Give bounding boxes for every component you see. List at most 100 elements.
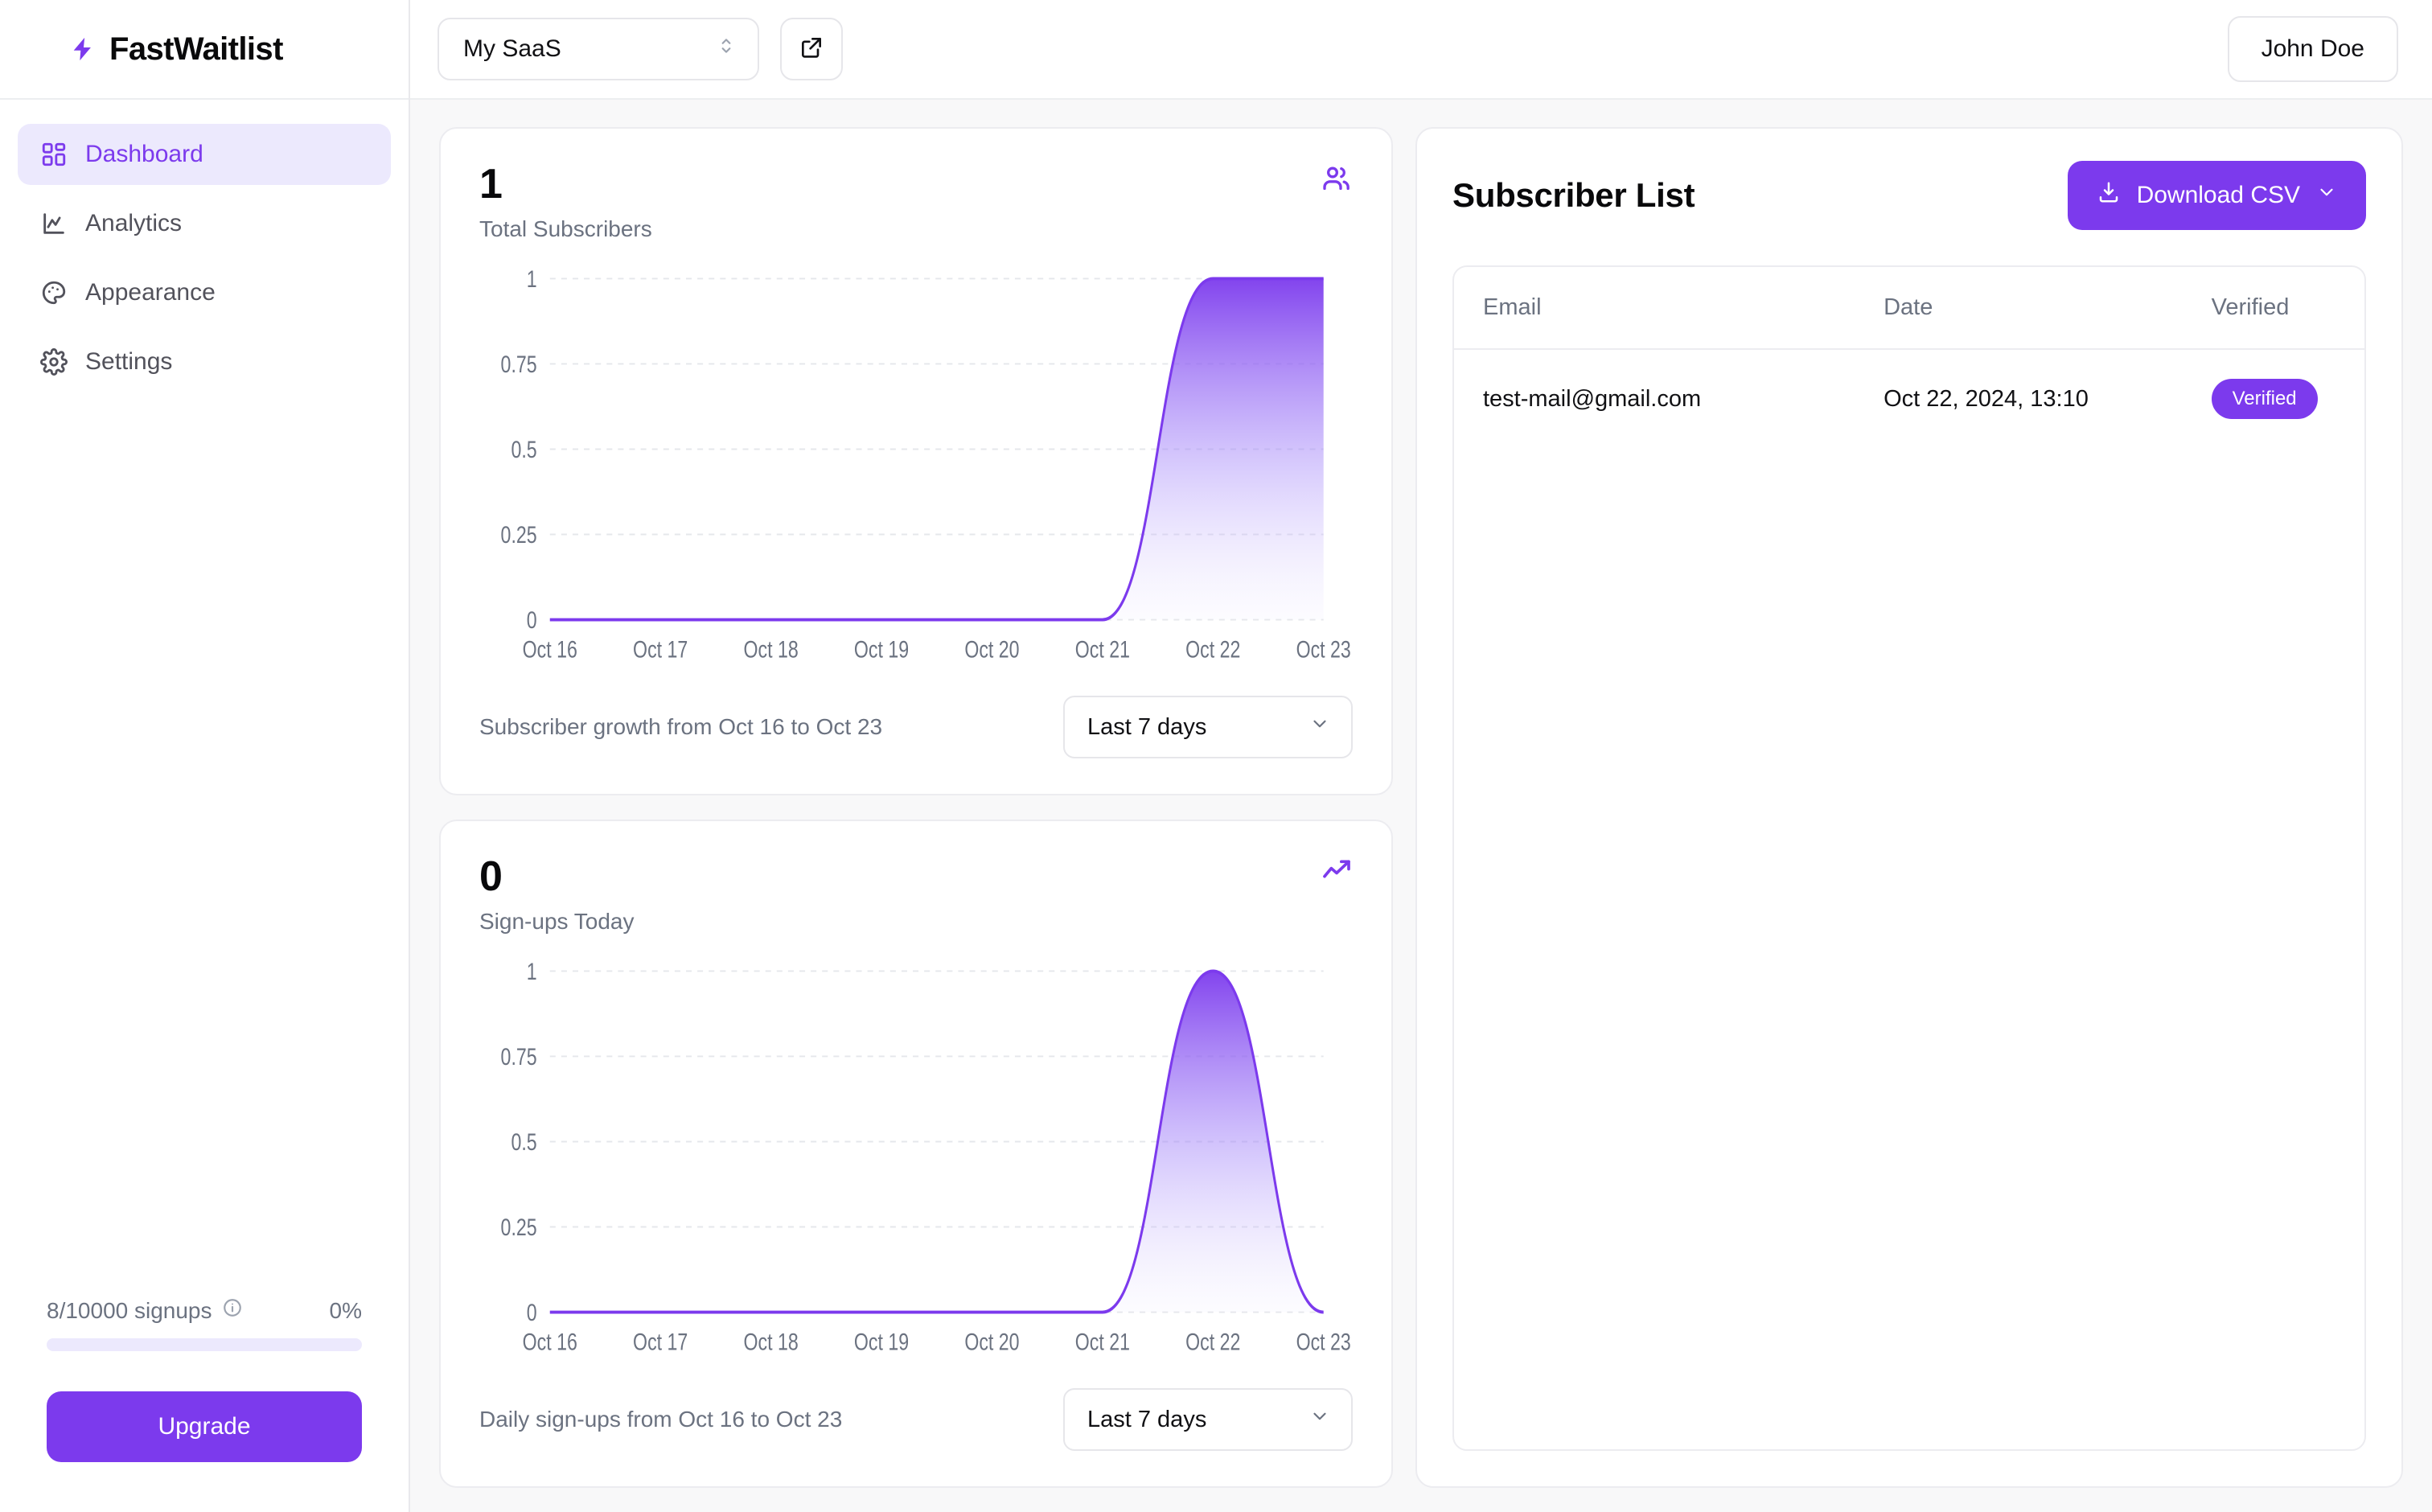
svg-text:1: 1 bbox=[527, 265, 537, 293]
sidebar-item-label: Settings bbox=[85, 348, 173, 375]
date-range-value: Last 7 days bbox=[1087, 713, 1207, 740]
date-range-value: Last 7 days bbox=[1087, 1406, 1207, 1432]
y-tick-labels: 0 0.25 0.5 0.75 1 bbox=[501, 265, 537, 634]
svg-text:0: 0 bbox=[527, 606, 537, 634]
trending-up-icon bbox=[1321, 855, 1353, 891]
card-footer: Daily sign-ups from Oct 16 to Oct 23 Las… bbox=[441, 1370, 1391, 1486]
main-area: My SaaS John Doe 1 Total Subscribers 0 0… bbox=[410, 0, 2432, 1512]
svg-text:0.5: 0.5 bbox=[511, 1128, 536, 1156]
sidebar-item-label: Analytics bbox=[85, 210, 183, 236]
subscriber-table: Email Date Verified test-mail@gmail.com … bbox=[1454, 267, 2364, 448]
sidebar-nav: Dashboard Analytics Appearance Settings bbox=[0, 100, 409, 392]
svg-text:0: 0 bbox=[527, 1299, 537, 1326]
download-csv-button[interactable]: Download CSV bbox=[2067, 161, 2366, 230]
cell-date: Oct 22, 2024, 13:10 bbox=[1884, 385, 2089, 412]
dashboard-content: 1 Total Subscribers 0 0.25 0.5 0.75 1 Oc… bbox=[410, 100, 2432, 1512]
cell-verified: Verified bbox=[2183, 349, 2364, 448]
svg-text:Oct 19: Oct 19 bbox=[854, 635, 909, 663]
users-icon bbox=[1321, 162, 1353, 199]
svg-text:Oct 16: Oct 16 bbox=[523, 1328, 577, 1355]
table-row[interactable]: test-mail@gmail.com Oct 22, 2024, 13:10 … bbox=[1454, 349, 2364, 448]
palette-icon bbox=[40, 279, 68, 306]
sidebar-item-label: Dashboard bbox=[85, 141, 203, 167]
subscriber-list-column: Subscriber List Download CSV Email Date … bbox=[1415, 127, 2403, 1488]
svg-text:0.25: 0.25 bbox=[501, 521, 537, 549]
brand: FastWaitlist bbox=[0, 0, 409, 100]
sidebar-item-analytics[interactable]: Analytics bbox=[18, 193, 391, 254]
sidebar: FastWaitlist Dashboard Analytics Appeara… bbox=[0, 0, 410, 1512]
svg-text:0.25: 0.25 bbox=[501, 1214, 537, 1241]
svg-text:Oct 18: Oct 18 bbox=[743, 1328, 798, 1355]
sidebar-item-dashboard[interactable]: Dashboard bbox=[18, 124, 391, 185]
quota-section: 8/10000 signups 0% bbox=[0, 1297, 409, 1351]
stat-value: 0 bbox=[479, 853, 503, 900]
upgrade-section: Upgrade bbox=[0, 1351, 409, 1512]
svg-text:Oct 17: Oct 17 bbox=[633, 1328, 688, 1355]
table-body: test-mail@gmail.com Oct 22, 2024, 13:10 … bbox=[1454, 349, 2364, 448]
gear-icon bbox=[40, 348, 68, 376]
x-tick-labels: Oct 16 Oct 17 Oct 18 Oct 19 Oct 20 Oct 21 Oct … bbox=[523, 635, 1351, 663]
lightning-bolt-icon bbox=[69, 34, 97, 64]
subscriber-table-wrapper: Email Date Verified test-mail@gmail.com … bbox=[1452, 265, 2366, 1451]
svg-text:Oct 22: Oct 22 bbox=[1185, 635, 1240, 663]
daily-signups-chart: 0 0.25 0.5 0.75 1 Oct 16 Oct 17 Oct 18 Oct 19 Oc… bbox=[441, 935, 1391, 1370]
chevron-down-icon bbox=[1309, 1406, 1330, 1433]
svg-text:Oct 17: Oct 17 bbox=[633, 635, 688, 663]
quota-percent: 0% bbox=[329, 1297, 362, 1323]
svg-text:0.75: 0.75 bbox=[501, 1043, 537, 1070]
open-external-button[interactable] bbox=[780, 18, 843, 80]
total-subscribers-card: 1 Total Subscribers 0 0.25 0.5 0.75 1 Oc… bbox=[439, 127, 1393, 795]
card-footer: Subscriber growth from Oct 16 to Oct 23 … bbox=[441, 678, 1391, 794]
chart-caption: Subscriber growth from Oct 16 to Oct 23 bbox=[479, 714, 883, 739]
svg-text:Oct 20: Oct 20 bbox=[964, 1328, 1019, 1355]
svg-text:Oct 18: Oct 18 bbox=[743, 635, 798, 663]
card-stat: 1 Total Subscribers bbox=[479, 162, 652, 242]
svg-text:Oct 23: Oct 23 bbox=[1296, 635, 1351, 663]
date-range-select[interactable]: Last 7 days bbox=[1063, 696, 1353, 758]
workspace-value: My SaaS bbox=[463, 35, 561, 62]
signups-today-card: 0 Sign-ups Today 0 0.25 0.5 0.75 1 Oct 1… bbox=[439, 820, 1393, 1488]
column-header-verified: Verified bbox=[2182, 267, 2364, 350]
svg-text:Oct 22: Oct 22 bbox=[1185, 1328, 1240, 1355]
user-menu-button[interactable]: John Doe bbox=[2227, 16, 2398, 82]
stat-label: Total Subscribers bbox=[479, 216, 652, 241]
svg-text:Oct 23: Oct 23 bbox=[1296, 1328, 1351, 1355]
card-stat: 0 Sign-ups Today bbox=[479, 855, 635, 935]
quota-row: 8/10000 signups 0% bbox=[47, 1297, 362, 1324]
svg-text:Oct 21: Oct 21 bbox=[1075, 1328, 1130, 1355]
external-link-icon bbox=[799, 35, 824, 64]
quota-progress-bar bbox=[47, 1338, 362, 1351]
workspace-select[interactable]: My SaaS bbox=[438, 18, 759, 80]
page-title: Subscriber List bbox=[1452, 176, 1695, 214]
card-header: 0 Sign-ups Today bbox=[441, 821, 1391, 935]
chart-line-icon bbox=[40, 210, 68, 237]
svg-text:Oct 19: Oct 19 bbox=[854, 1328, 909, 1355]
info-circle-icon[interactable] bbox=[222, 1297, 243, 1324]
sidebar-item-appearance[interactable]: Appearance bbox=[18, 262, 391, 323]
chevron-up-down-icon bbox=[716, 33, 737, 65]
sidebar-item-settings[interactable]: Settings bbox=[18, 331, 391, 392]
stat-value: 1 bbox=[479, 161, 503, 207]
date-range-select[interactable]: Last 7 days bbox=[1063, 1388, 1353, 1451]
chart-caption: Daily sign-ups from Oct 16 to Oct 23 bbox=[479, 1407, 843, 1432]
chart-svg-1: 00.250.50.751 Oct 16 Oct 17 Oct 18 Oct 19 Oc… bbox=[501, 265, 1351, 663]
charts-column: 1 Total Subscribers 0 0.25 0.5 0.75 1 Oc… bbox=[439, 127, 1393, 1488]
subscriber-list-panel: Subscriber List Download CSV Email Date … bbox=[1415, 127, 2403, 1488]
svg-text:1: 1 bbox=[527, 958, 537, 985]
column-header-date: Date bbox=[1855, 267, 2183, 350]
topbar: My SaaS John Doe bbox=[410, 0, 2432, 100]
upgrade-button[interactable]: Upgrade bbox=[47, 1391, 362, 1462]
download-csv-label: Download CSV bbox=[2136, 182, 2300, 208]
brand-name: FastWaitlist bbox=[109, 31, 283, 67]
cell-email: test-mail@gmail.com bbox=[1483, 385, 1702, 412]
card-header: 1 Total Subscribers bbox=[441, 129, 1391, 242]
chart-svg-2: 00.250.50.751 Oct 16 Oct 17 Oct 18 Oct 19 Oc… bbox=[501, 958, 1351, 1355]
quota-left: 8/10000 signups bbox=[47, 1297, 243, 1324]
status-badge: Verified bbox=[2211, 379, 2318, 419]
panel-header: Subscriber List Download CSV bbox=[1452, 161, 2366, 230]
x-tick-labels: Oct 16 Oct 17 Oct 18 Oct 19 Oct 20 Oct 21 Oct … bbox=[523, 1328, 1351, 1355]
table-head: Email Date Verified bbox=[1454, 267, 2364, 350]
download-icon bbox=[2097, 180, 2121, 211]
svg-text:Oct 20: Oct 20 bbox=[964, 635, 1019, 663]
